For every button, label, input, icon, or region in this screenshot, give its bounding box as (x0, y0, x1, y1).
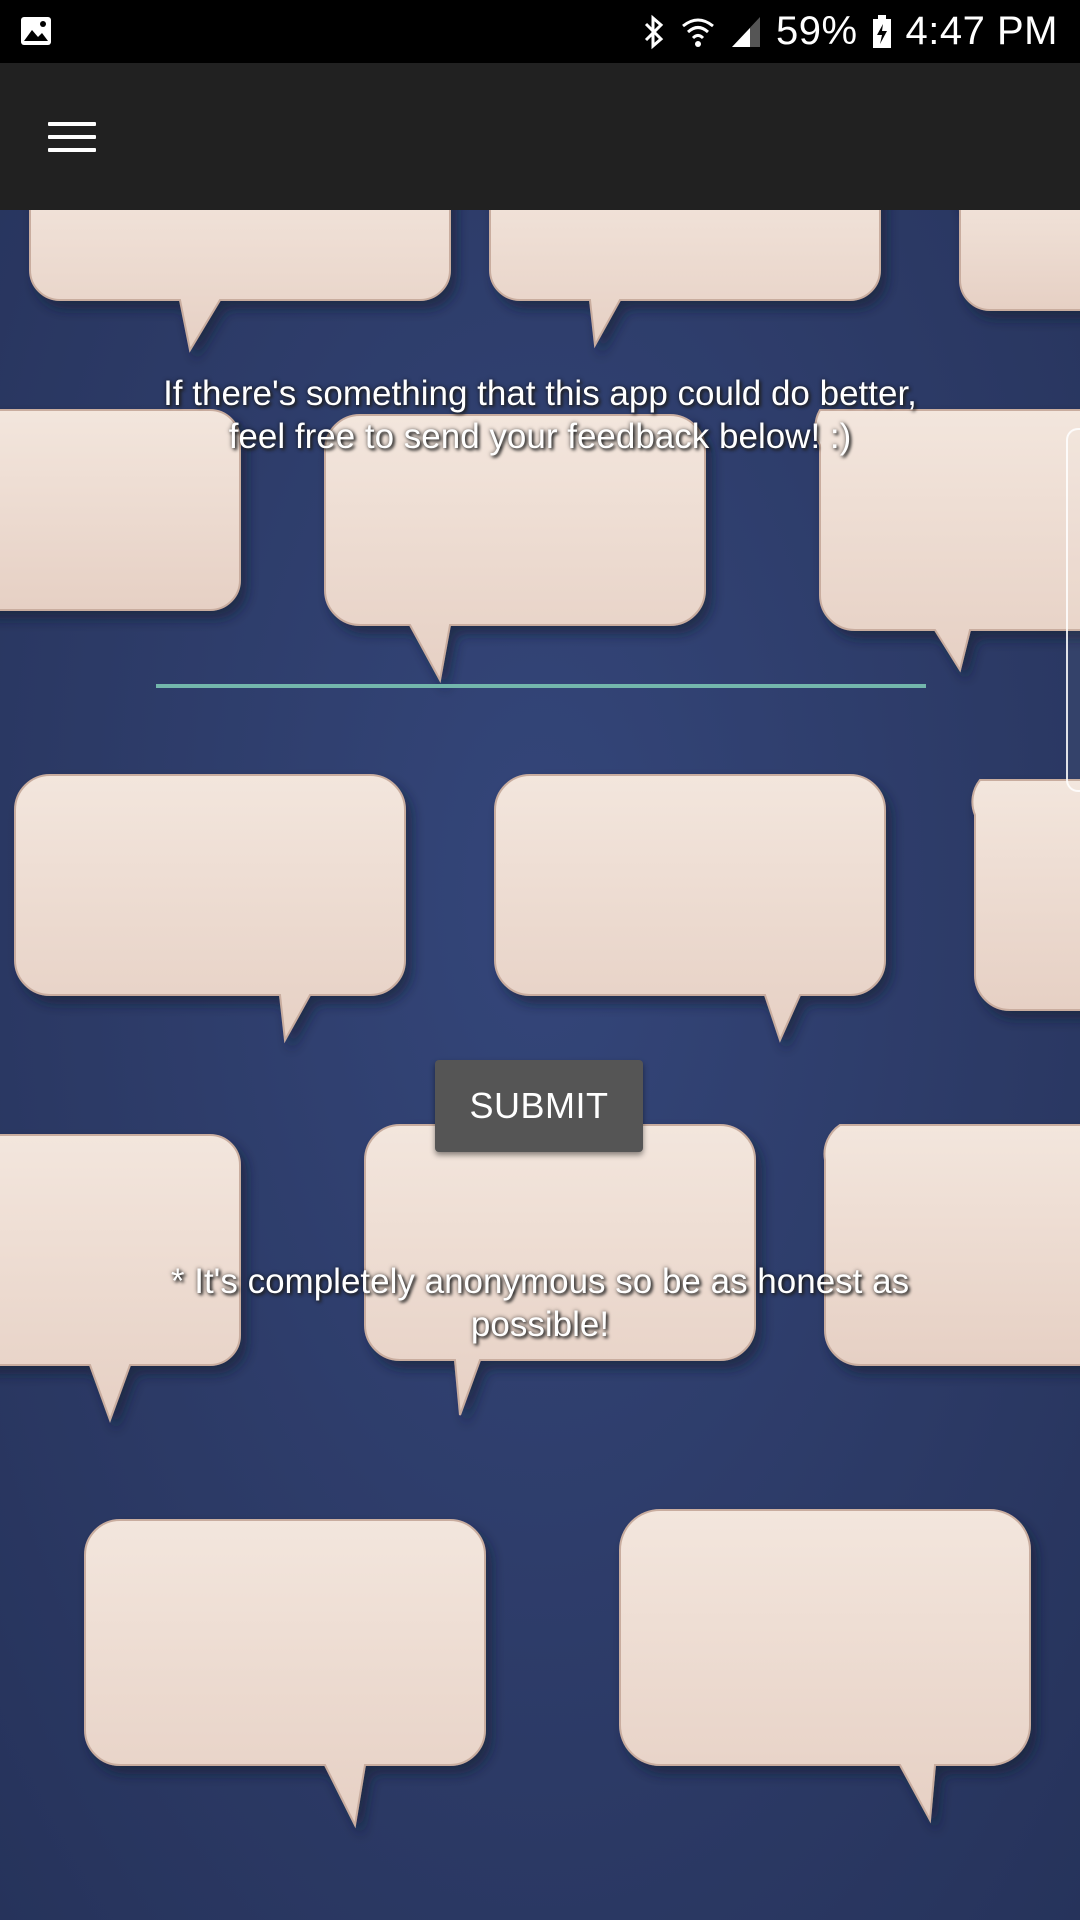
signal-icon (731, 16, 760, 47)
feedback-screen: If there's something that this app could… (0, 210, 1080, 1920)
edge-panel-handle[interactable] (1066, 428, 1080, 792)
battery-icon (872, 14, 891, 48)
clock: 4:47 PM (905, 9, 1058, 53)
status-right: 59% 4:47 PM (642, 0, 1058, 63)
hamburger-menu-icon[interactable] (44, 116, 100, 158)
image-icon (21, 17, 51, 45)
app-bar (0, 63, 1080, 210)
battery-percent: 59% (775, 9, 858, 53)
submit-button[interactable]: SUBMIT (435, 1060, 643, 1152)
feedback-input[interactable] (156, 630, 926, 688)
bluetooth-icon (644, 14, 664, 49)
anonymous-note-text: * It's completely anonymous so be as hon… (170, 1262, 910, 1344)
wifi-icon (682, 18, 714, 47)
status-bar: 59% 4:47 PM (0, 0, 1080, 63)
feedback-intro-text: If there's something that this app could… (163, 374, 917, 456)
